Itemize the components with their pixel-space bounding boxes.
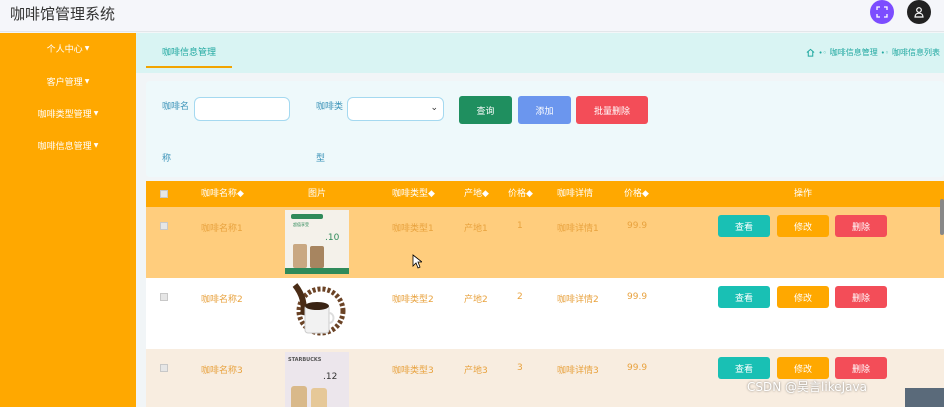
name-label: 咖啡名称	[162, 102, 190, 164]
col-image: 图片	[308, 189, 327, 199]
sidebar-item-coffee-info-management[interactable]: 咖啡信息管理 ▼	[0, 135, 136, 155]
cell-type: 咖啡类型3	[392, 366, 434, 376]
tab-coffee-info[interactable]: 咖啡信息管理	[146, 45, 232, 68]
chevron-down-icon: ▼	[84, 44, 90, 52]
search-panel: 咖啡名称 咖啡类型 ⌄ 查询 添加 批量删除	[146, 81, 944, 177]
coffee-name-input[interactable]	[194, 97, 290, 121]
separator-icon: •◦	[818, 48, 827, 57]
col-origin[interactable]: 产地◆	[464, 181, 489, 207]
chevron-down-icon: ▼	[93, 141, 99, 149]
watermark-text: CSDN @吴言likeJava	[747, 380, 867, 394]
delete-button[interactable]: 删除	[835, 215, 887, 237]
cell-detail: 咖啡详情2	[557, 295, 599, 305]
sidebar-item-label: 客户管理	[46, 77, 83, 88]
sidebar-item-label: 咖啡信息管理	[37, 141, 92, 152]
image-price: .10	[325, 233, 340, 243]
col-actions: 操作	[794, 189, 813, 199]
col-detail: 咖啡详情	[557, 189, 594, 199]
cell-origin: 产地1	[464, 224, 488, 234]
breadcrumb-item[interactable]: 咖啡信息管理	[830, 47, 878, 58]
edit-button[interactable]: 修改	[777, 286, 829, 308]
delete-button[interactable]: 删除	[835, 286, 887, 308]
view-button[interactable]: 查看	[718, 286, 770, 308]
mouse-cursor-icon	[412, 254, 422, 269]
user-icon	[914, 7, 924, 18]
col-coffee-name[interactable]: 咖啡名称◆	[201, 181, 244, 207]
app-title: 咖啡馆管理系统	[10, 5, 116, 23]
type-label: 咖啡类型	[316, 102, 344, 164]
view-button[interactable]: 查看	[718, 215, 770, 237]
select-all-checkbox[interactable]	[160, 190, 168, 198]
cell-name: 咖啡名称3	[201, 366, 243, 376]
edit-button[interactable]: 修改	[777, 357, 829, 379]
table-row: 咖啡名称2 咖啡类型2 产地2 2 咖啡详情2 99.9 查看 修改 删除	[146, 278, 944, 349]
coffee-image	[285, 281, 349, 345]
cell-detail: 咖啡详情3	[557, 366, 599, 376]
fullscreen-icon	[876, 6, 888, 18]
chevron-down-icon: ▼	[93, 109, 99, 117]
row-checkbox[interactable]	[160, 293, 168, 301]
row-checkbox[interactable]	[160, 364, 168, 372]
cell-price: 2	[517, 292, 523, 302]
row-checkbox[interactable]	[160, 222, 168, 230]
sidebar: 个人中心 ▼ 客户管理 ▼ 咖啡类型管理 ▼ 咖啡信息管理 ▼	[0, 33, 136, 407]
batch-delete-button[interactable]: 批量删除	[576, 96, 648, 124]
cell-origin: 产地2	[464, 295, 488, 305]
sidebar-item-coffee-type-management[interactable]: 咖啡类型管理 ▼	[0, 103, 136, 123]
query-button[interactable]: 查询	[459, 96, 512, 124]
cell-origin: 产地3	[464, 366, 488, 376]
cell-name: 咖啡名称2	[201, 295, 243, 305]
sidebar-item-personal-center[interactable]: 个人中心 ▼	[0, 38, 136, 58]
home-icon[interactable]	[806, 48, 815, 57]
table-header: 咖啡名称◆ 图片 咖啡类型◆ 产地◆ 价格◆ 咖啡详情 价格◆ 操作	[146, 181, 944, 207]
breadcrumb-item: 咖啡信息列表	[892, 48, 940, 57]
cell-price-2: 99.9	[627, 363, 648, 373]
image-caption: 超值享受	[293, 221, 309, 227]
col-price-2[interactable]: 价格◆	[624, 181, 649, 207]
view-button[interactable]: 查看	[718, 357, 770, 379]
add-button[interactable]: 添加	[518, 96, 571, 124]
scrollbar-thumb[interactable]	[940, 199, 944, 235]
cell-type: 咖啡类型1	[392, 224, 434, 234]
edit-button[interactable]: 修改	[777, 215, 829, 237]
image-brand: STARBUCKS	[288, 357, 322, 363]
user-button[interactable]	[907, 0, 931, 24]
coffee-table: 咖啡名称◆ 图片 咖啡类型◆ 产地◆ 价格◆ 咖啡详情 价格◆ 操作 咖啡名称1…	[146, 181, 944, 407]
sidebar-item-customer-management[interactable]: 客户管理 ▼	[0, 71, 136, 91]
delete-button[interactable]: 删除	[835, 357, 887, 379]
chevron-down-icon: ⌄	[430, 103, 438, 113]
cell-price: 1	[517, 221, 523, 231]
coffee-type-select[interactable]: ⌄	[347, 97, 444, 121]
coffee-image: 超值享受 .10	[285, 210, 349, 274]
col-coffee-type[interactable]: 咖啡类型◆	[392, 181, 435, 207]
col-price[interactable]: 价格◆	[508, 181, 533, 207]
coffee-image: STARBUCKS .12	[285, 352, 349, 407]
tab-bar: 咖啡信息管理 •◦ 咖啡信息管理 •◦ 咖啡信息列表	[136, 33, 944, 73]
fullscreen-button[interactable]	[870, 0, 894, 24]
image-price: .12	[323, 372, 337, 382]
corner-widget	[905, 388, 944, 407]
table-row: 咖啡名称1 超值享受 .10 咖啡类型1 产地1 1 咖啡详情1 99.9 查看…	[146, 207, 944, 278]
cell-price-2: 99.9	[627, 292, 648, 302]
sidebar-item-label: 咖啡类型管理	[37, 109, 92, 120]
top-bar: 咖啡馆管理系统	[0, 0, 944, 32]
cell-type: 咖啡类型2	[392, 295, 434, 305]
chevron-down-icon: ▼	[84, 77, 90, 85]
cell-name: 咖啡名称1	[201, 224, 243, 234]
cell-price: 3	[517, 363, 523, 373]
separator-icon: •◦	[880, 48, 889, 57]
cell-detail: 咖啡详情1	[557, 224, 599, 234]
breadcrumb: •◦ 咖啡信息管理 •◦ 咖啡信息列表	[806, 47, 940, 58]
cell-price-2: 99.9	[627, 221, 648, 231]
sidebar-item-label: 个人中心	[46, 44, 83, 55]
main-content: 咖啡信息管理 •◦ 咖啡信息管理 •◦ 咖啡信息列表 咖啡名称 咖啡类型 ⌄ 查…	[136, 33, 944, 407]
